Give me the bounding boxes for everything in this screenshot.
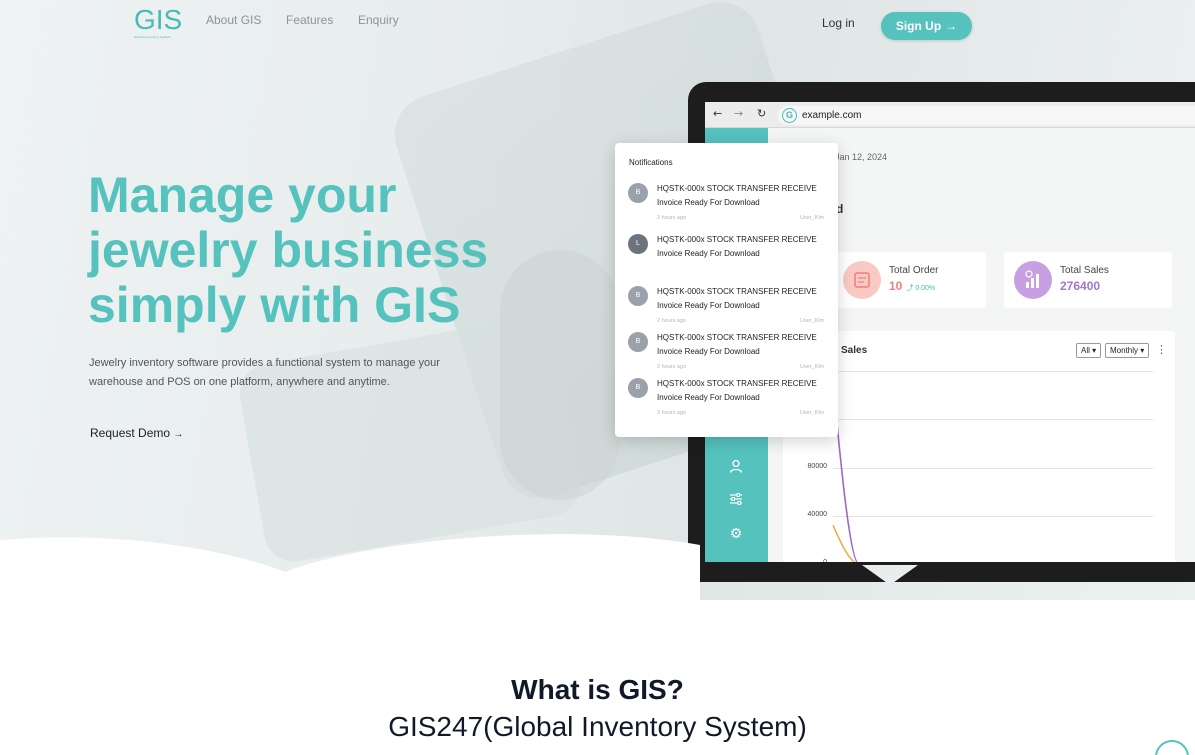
request-demo-link[interactable]: Request Demo → xyxy=(90,426,183,440)
notification-title: HQSTK-000x STOCK TRANSFER RECEIVE xyxy=(657,184,817,193)
user-icon[interactable] xyxy=(727,459,745,477)
gis-logo[interactable]: GIS Global Inventory System xyxy=(134,6,182,40)
nav-link-about[interactable]: About GIS xyxy=(206,13,261,27)
notification-user: User_Klm xyxy=(800,318,825,324)
notification-item[interactable]: B HQSTK-000x STOCK TRANSFER RECEIVE Invo… xyxy=(628,286,828,326)
hero-headline: Manage your jewelry business simply with… xyxy=(88,168,508,333)
change-percent: ⤴ 0.00% xyxy=(906,285,936,292)
notification-user: User_Klm xyxy=(800,215,825,221)
background-photo-blur xyxy=(500,250,620,500)
headline-line: Manage your xyxy=(88,167,397,223)
notification-title: HQSTK-000x STOCK TRANSFER RECEIVE xyxy=(657,333,817,342)
description-line: Jewelry inventory software provides a fu… xyxy=(89,357,440,369)
url-text: example.com xyxy=(802,110,862,121)
top-nav: GIS Global Inventory System About GIS Fe… xyxy=(0,0,1195,50)
notification-title: HQSTK-000x STOCK TRANSFER RECEIVE xyxy=(657,287,817,296)
notification-item[interactable]: L HQSTK-000x STOCK TRANSFER RECEIVE Invo… xyxy=(628,234,828,274)
forward-arrow-icon[interactable]: → xyxy=(734,107,743,120)
notification-time: 2 hours ago xyxy=(657,410,687,416)
avatar: B xyxy=(628,286,648,306)
address-bar[interactable]: G example.com xyxy=(778,106,1195,125)
wave-divider xyxy=(0,534,700,600)
notification-message: Invoice Ready For Download xyxy=(657,301,760,310)
nav-link-features[interactable]: Features xyxy=(286,13,333,27)
card-label: Total Order xyxy=(889,265,939,276)
total-sales-card[interactable]: Total Sales 276400 xyxy=(1004,252,1172,308)
sales-icon xyxy=(1014,261,1052,299)
headline-line: jewelry business xyxy=(88,222,489,278)
arrow-right-icon: → xyxy=(173,429,184,440)
reload-icon[interactable]: ↻ xyxy=(757,107,766,120)
notification-time: 2 hours ago xyxy=(657,215,687,221)
avatar: L xyxy=(628,234,648,254)
avatar: B xyxy=(628,332,648,352)
notification-item[interactable]: B HQSTK-000x STOCK TRANSFER RECEIVE Invo… xyxy=(628,378,828,418)
back-arrow-icon[interactable]: ← xyxy=(713,107,722,120)
description-line: warehouse and POS on one platform, anywh… xyxy=(89,376,390,388)
nav-link-enquiry[interactable]: Enquiry xyxy=(358,13,399,27)
notification-time: 2 hours ago xyxy=(657,364,687,370)
notification-message: Invoice Ready For Download xyxy=(657,198,760,207)
section-title: What is GIS? xyxy=(511,674,684,705)
avatar: B xyxy=(628,378,648,398)
dashboard-date: Jan 12, 2024 xyxy=(835,152,888,162)
section-subtitle: GIS247(Global Inventory System) xyxy=(388,711,807,742)
login-link[interactable]: Log in xyxy=(822,16,855,30)
card-value: 10 ⤴ 0.00% xyxy=(889,279,936,293)
signup-button[interactable]: Sign Up → xyxy=(881,12,972,40)
notification-item[interactable]: B HQSTK-000x STOCK TRANSFER RECEIVE Invo… xyxy=(628,183,828,223)
headline-line: simply with GIS xyxy=(88,277,461,333)
notifications-panel: Notifications B HQSTK-000x STOCK TRANSFE… xyxy=(615,143,838,437)
order-icon xyxy=(843,261,881,299)
notification-user: User_Klm xyxy=(800,364,825,370)
notification-user: User_Klm xyxy=(800,410,825,416)
notification-title: HQSTK-000x STOCK TRANSFER RECEIVE xyxy=(657,379,817,388)
notification-message: Invoice Ready For Download xyxy=(657,249,760,258)
arrow-right-icon: → xyxy=(945,19,958,33)
logo-text: GIS xyxy=(134,4,183,35)
logo-subtext: Global Inventory System xyxy=(134,35,171,39)
request-demo-label: Request Demo xyxy=(90,426,171,440)
google-icon: G xyxy=(782,108,797,123)
avatar: B xyxy=(628,183,648,203)
card-value: 276400 xyxy=(1060,279,1101,293)
notification-time: 2 hours ago xyxy=(657,318,687,324)
notification-item[interactable]: B HQSTK-000x STOCK TRANSFER RECEIVE Invo… xyxy=(628,332,828,372)
notification-message: Invoice Ready For Download xyxy=(657,347,760,356)
total-order-card[interactable]: Total Order 10 ⤴ 0.00% xyxy=(833,252,986,308)
card-label: Total Sales xyxy=(1060,265,1109,276)
hero-description: Jewelry inventory software provides a fu… xyxy=(89,354,469,392)
notification-message: Invoice Ready For Download xyxy=(657,393,760,402)
notifications-title: Notifications xyxy=(629,158,673,167)
notification-title: HQSTK-000x STOCK TRANSFER RECEIVE xyxy=(657,235,817,244)
sliders-icon[interactable] xyxy=(727,492,745,510)
signup-label: Sign Up xyxy=(895,19,942,33)
browser-bar: ← → ↻ G example.com xyxy=(705,102,1195,128)
